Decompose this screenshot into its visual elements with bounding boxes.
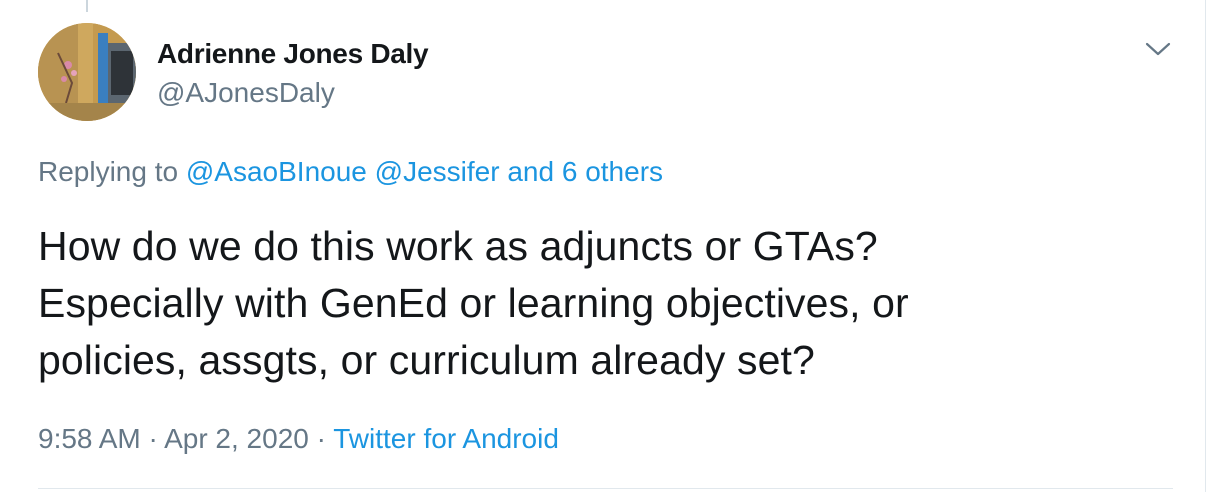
- mention-link[interactable]: @Jessifer: [375, 156, 500, 187]
- divider: [38, 488, 1173, 489]
- tweet-date[interactable]: Apr 2, 2020: [164, 423, 309, 454]
- profile-photo-icon: [38, 23, 136, 121]
- tweet-card: Adrienne Jones Daly @AJonesDaly Replying…: [0, 0, 1206, 492]
- meta-separator: ·: [316, 423, 326, 454]
- replying-to-label: Replying to: [38, 156, 179, 187]
- author-handle[interactable]: @AJonesDaly: [157, 77, 335, 109]
- author-display-name[interactable]: Adrienne Jones Daly: [157, 38, 429, 70]
- meta-separator: ·: [148, 423, 158, 454]
- chevron-down-icon: [1145, 42, 1171, 56]
- avatar[interactable]: [38, 23, 136, 121]
- tweet-text: How do we do this work as adjuncts or GT…: [38, 218, 1158, 389]
- thread-connector-line: [86, 0, 88, 12]
- others-link[interactable]: and 6 others: [507, 156, 663, 187]
- tweet-text-line: policies, assgts, or curriculum already …: [38, 337, 815, 383]
- tweet-source-link[interactable]: Twitter for Android: [333, 423, 559, 454]
- tweet-text-line: Especially with GenEd or learning object…: [38, 280, 909, 326]
- tweet-text-line: How do we do this work as adjuncts or GT…: [38, 223, 878, 269]
- tweet-menu-button[interactable]: [1143, 36, 1173, 62]
- replying-to-line: Replying to @AsaoBInoue @Jessifer and 6 …: [38, 156, 663, 188]
- mention-link[interactable]: @AsaoBInoue: [186, 156, 367, 187]
- tweet-metadata: 9:58 AM · Apr 2, 2020 · Twitter for Andr…: [38, 423, 559, 455]
- tweet-time[interactable]: 9:58 AM: [38, 423, 141, 454]
